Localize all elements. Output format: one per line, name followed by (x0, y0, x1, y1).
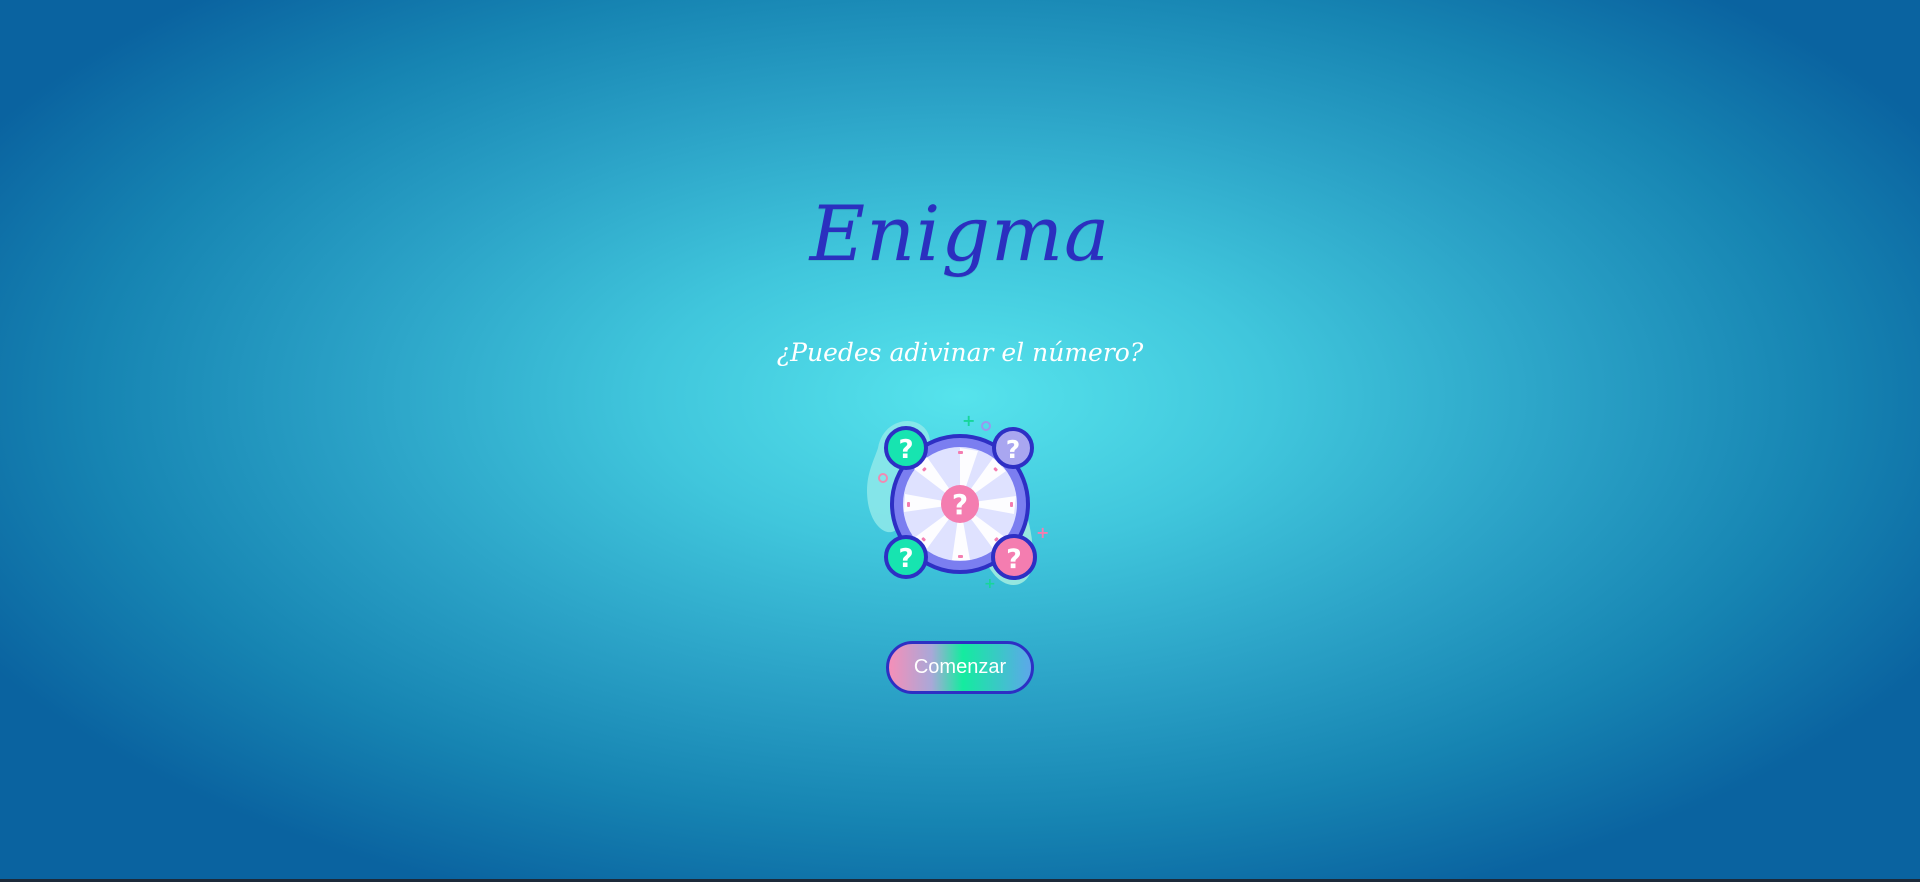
bubble-bottom-right-question-mark: ? (1006, 544, 1022, 575)
sparkle-ring-top (981, 421, 991, 431)
wheel-hub-question-mark: ? (952, 488, 968, 521)
question-wheel-icon: + + + ? ? ? ? ? (867, 411, 1049, 592)
bubble-top-left-question-mark: ? (898, 435, 913, 465)
page-subtitle: ¿Puedes adivinar el número? (776, 338, 1144, 367)
bubble-bottom-left-question-mark: ? (898, 544, 913, 574)
sparkle-plus-bottom: + (984, 576, 996, 592)
start-screen: Enigma ¿Puedes adivinar el número? + + + (0, 0, 1920, 882)
start-button[interactable]: Comenzar (886, 641, 1034, 694)
page-title: Enigma (809, 189, 1111, 278)
bubble-top-right-question-mark: ? (1006, 435, 1021, 464)
sparkle-plus-top: + (962, 411, 975, 430)
sparkle-plus-right: + (1036, 523, 1049, 542)
